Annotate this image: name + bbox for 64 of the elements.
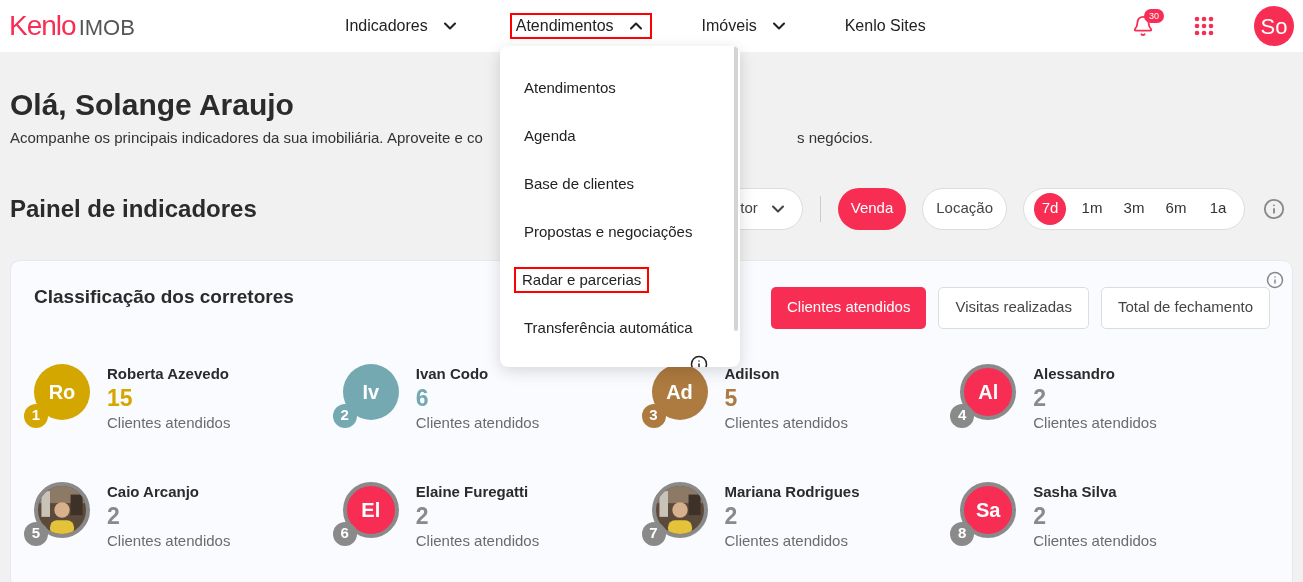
nav-menu-item[interactable]: Atendimentos: [509, 13, 652, 39]
broker-count: 5: [724, 383, 739, 412]
nav-menu-item[interactable]: Indicadores: [339, 13, 466, 39]
rank-badge: 2: [332, 403, 357, 428]
period-option[interactable]: 7d: [1034, 192, 1066, 225]
broker-name: Mariana Rodrigues: [724, 481, 860, 502]
metric-tab[interactable]: Visitas realizadas: [938, 286, 1089, 329]
rank-badge: 6: [332, 521, 357, 546]
broker-caption: Clientes atendidos: [415, 412, 540, 433]
broker-caption: Clientes atendidos: [724, 530, 849, 551]
rank-badge: 7: [641, 521, 666, 546]
broker-name: Sasha Silva: [1033, 481, 1118, 502]
broker-caption: Clientes atendidos: [107, 412, 231, 433]
nav-menu-item[interactable]: Kenlo Sites: [838, 13, 932, 39]
nav-menu-item[interactable]: Imóveis: [695, 13, 795, 39]
broker-count: 2: [724, 501, 739, 530]
card-title: Classificação dos corretores: [34, 284, 294, 309]
period-option[interactable]: 3m: [1118, 192, 1150, 225]
period-option[interactable]: 6m: [1160, 192, 1192, 225]
broker-name: Roberta Azevedo: [107, 363, 230, 384]
broker-count: 2: [415, 501, 430, 530]
mode-toggle[interactable]: Venda: [837, 187, 907, 230]
period-option[interactable]: 1m: [1076, 192, 1108, 225]
dropdown-item[interactable]: Agenda: [520, 122, 580, 150]
user-avatar[interactable]: So: [1254, 6, 1294, 46]
rank-badge: 1: [24, 403, 48, 428]
broker-name: Caio Arcanjo: [107, 481, 200, 502]
rank-badge: 3: [641, 403, 666, 428]
dropdown-item[interactable]: Base de clientes: [520, 170, 639, 198]
broker-name: Alessandro: [1033, 363, 1116, 384]
broker-name: Elaine Furegatti: [415, 481, 530, 502]
period-option[interactable]: 1a: [1202, 192, 1234, 225]
dropdown-item[interactable]: Transferência automática: [520, 314, 697, 342]
broker-count: 2: [1033, 501, 1048, 530]
rank-badge: 8: [950, 521, 975, 546]
rank-badge: 5: [24, 521, 48, 546]
mode-toggle[interactable]: Locação: [922, 187, 1007, 230]
subtitle-text: Acompanhe os principais indicadores da sua imobiliária. Aproveite e co: [10, 129, 483, 146]
broker-caption: Clientes atendidos: [415, 530, 540, 551]
broker-name: Adilson: [724, 363, 781, 384]
dropdown-item[interactable]: Atendimentos: [520, 74, 620, 102]
broker-count: 2: [1033, 383, 1048, 412]
greeting-title: Olá, Solange Araujo: [10, 87, 294, 123]
broker-count: 15: [107, 383, 134, 412]
broker-name: Ivan Codo: [415, 363, 490, 384]
metric-tab[interactable]: Total de fechamento: [1100, 286, 1270, 329]
dropdown-item[interactable]: Propostas e negociações: [520, 218, 697, 246]
product-name: IMOB: [78, 14, 135, 42]
broker-count: 2: [107, 501, 121, 530]
broker-count: 6: [415, 383, 430, 412]
info-icon[interactable]: [1266, 270, 1284, 289]
broker-caption: Clientes atendidos: [107, 530, 231, 551]
info-icon[interactable]: [1263, 197, 1285, 220]
brand-logo[interactable]: Kenlo: [9, 5, 76, 47]
broker-caption: Clientes atendidos: [1033, 412, 1157, 433]
dropdown-item[interactable]: Radar e parcerias: [514, 266, 650, 294]
panel-title: Painel de indicadores: [10, 193, 257, 224]
subtitle-text: s negócios.: [797, 128, 873, 148]
broker-caption: Clientes atendidos: [724, 412, 848, 433]
broker-caption: Clientes atendidos: [1033, 530, 1157, 551]
metric-tab[interactable]: Clientes atendidos: [771, 286, 927, 329]
apps-grid-icon[interactable]: [1194, 16, 1214, 36]
rank-badge: 4: [950, 403, 975, 428]
notification-count: 30: [1144, 9, 1164, 23]
